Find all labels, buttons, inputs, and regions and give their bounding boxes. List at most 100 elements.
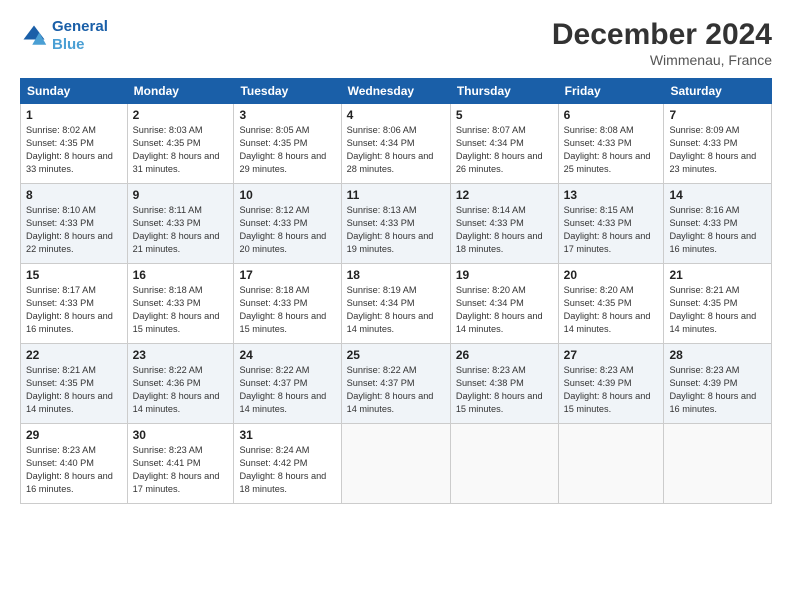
day-info: Sunrise: 8:15 AMSunset: 4:33 PMDaylight:… — [564, 205, 651, 254]
day-number: 30 — [133, 428, 229, 442]
calendar-cell: 7 Sunrise: 8:09 AMSunset: 4:33 PMDayligh… — [664, 104, 772, 184]
day-number: 18 — [347, 268, 445, 282]
col-wednesday: Wednesday — [341, 79, 450, 104]
day-number: 27 — [564, 348, 659, 362]
calendar-cell: 18 Sunrise: 8:19 AMSunset: 4:34 PMDaylig… — [341, 264, 450, 344]
day-number: 19 — [456, 268, 553, 282]
day-number: 24 — [239, 348, 335, 362]
calendar-cell: 2 Sunrise: 8:03 AMSunset: 4:35 PMDayligh… — [127, 104, 234, 184]
day-info: Sunrise: 8:08 AMSunset: 4:33 PMDaylight:… — [564, 125, 651, 174]
day-number: 6 — [564, 108, 659, 122]
calendar-cell: 22 Sunrise: 8:21 AMSunset: 4:35 PMDaylig… — [21, 344, 128, 424]
day-info: Sunrise: 8:06 AMSunset: 4:34 PMDaylight:… — [347, 125, 434, 174]
calendar-table: Sunday Monday Tuesday Wednesday Thursday… — [20, 78, 772, 504]
calendar-cell: 1 Sunrise: 8:02 AMSunset: 4:35 PMDayligh… — [21, 104, 128, 184]
day-info: Sunrise: 8:05 AMSunset: 4:35 PMDaylight:… — [239, 125, 326, 174]
day-info: Sunrise: 8:02 AMSunset: 4:35 PMDaylight:… — [26, 125, 113, 174]
calendar-cell: 14 Sunrise: 8:16 AMSunset: 4:33 PMDaylig… — [664, 184, 772, 264]
day-number: 26 — [456, 348, 553, 362]
location: Wimmenau, France — [552, 52, 772, 68]
day-info: Sunrise: 8:12 AMSunset: 4:33 PMDaylight:… — [239, 205, 326, 254]
day-info: Sunrise: 8:20 AMSunset: 4:34 PMDaylight:… — [456, 285, 543, 334]
calendar-cell: 24 Sunrise: 8:22 AMSunset: 4:37 PMDaylig… — [234, 344, 341, 424]
logo: General Blue — [20, 18, 108, 54]
day-number: 9 — [133, 188, 229, 202]
day-number: 11 — [347, 188, 445, 202]
calendar-cell — [450, 424, 558, 504]
day-number: 7 — [669, 108, 766, 122]
calendar-header-row: Sunday Monday Tuesday Wednesday Thursday… — [21, 79, 772, 104]
day-number: 21 — [669, 268, 766, 282]
day-number: 3 — [239, 108, 335, 122]
calendar-cell: 28 Sunrise: 8:23 AMSunset: 4:39 PMDaylig… — [664, 344, 772, 424]
calendar-cell: 25 Sunrise: 8:22 AMSunset: 4:37 PMDaylig… — [341, 344, 450, 424]
day-number: 16 — [133, 268, 229, 282]
day-info: Sunrise: 8:23 AMSunset: 4:39 PMDaylight:… — [669, 365, 756, 414]
day-info: Sunrise: 8:23 AMSunset: 4:40 PMDaylight:… — [26, 445, 113, 494]
day-info: Sunrise: 8:10 AMSunset: 4:33 PMDaylight:… — [26, 205, 113, 254]
day-info: Sunrise: 8:23 AMSunset: 4:38 PMDaylight:… — [456, 365, 543, 414]
day-number: 31 — [239, 428, 335, 442]
calendar-cell: 10 Sunrise: 8:12 AMSunset: 4:33 PMDaylig… — [234, 184, 341, 264]
day-info: Sunrise: 8:24 AMSunset: 4:42 PMDaylight:… — [239, 445, 326, 494]
col-saturday: Saturday — [664, 79, 772, 104]
logo-icon — [20, 22, 48, 50]
month-title: December 2024 — [552, 18, 772, 52]
page-header: General Blue December 2024 Wimmenau, Fra… — [20, 18, 772, 68]
calendar-cell: 15 Sunrise: 8:17 AMSunset: 4:33 PMDaylig… — [21, 264, 128, 344]
day-number: 15 — [26, 268, 122, 282]
day-number: 5 — [456, 108, 553, 122]
day-info: Sunrise: 8:18 AMSunset: 4:33 PMDaylight:… — [239, 285, 326, 334]
day-number: 29 — [26, 428, 122, 442]
day-number: 28 — [669, 348, 766, 362]
calendar-cell: 4 Sunrise: 8:06 AMSunset: 4:34 PMDayligh… — [341, 104, 450, 184]
col-thursday: Thursday — [450, 79, 558, 104]
day-info: Sunrise: 8:17 AMSunset: 4:33 PMDaylight:… — [26, 285, 113, 334]
day-number: 1 — [26, 108, 122, 122]
calendar-cell: 16 Sunrise: 8:18 AMSunset: 4:33 PMDaylig… — [127, 264, 234, 344]
day-info: Sunrise: 8:22 AMSunset: 4:37 PMDaylight:… — [347, 365, 434, 414]
day-number: 20 — [564, 268, 659, 282]
title-block: December 2024 Wimmenau, France — [552, 18, 772, 68]
calendar-cell: 13 Sunrise: 8:15 AMSunset: 4:33 PMDaylig… — [558, 184, 664, 264]
logo-text: General Blue — [52, 18, 108, 54]
calendar-week-row: 8 Sunrise: 8:10 AMSunset: 4:33 PMDayligh… — [21, 184, 772, 264]
calendar-cell — [558, 424, 664, 504]
calendar-cell: 8 Sunrise: 8:10 AMSunset: 4:33 PMDayligh… — [21, 184, 128, 264]
calendar-cell: 5 Sunrise: 8:07 AMSunset: 4:34 PMDayligh… — [450, 104, 558, 184]
day-info: Sunrise: 8:23 AMSunset: 4:41 PMDaylight:… — [133, 445, 220, 494]
calendar-week-row: 15 Sunrise: 8:17 AMSunset: 4:33 PMDaylig… — [21, 264, 772, 344]
day-info: Sunrise: 8:20 AMSunset: 4:35 PMDaylight:… — [564, 285, 651, 334]
calendar-week-row: 29 Sunrise: 8:23 AMSunset: 4:40 PMDaylig… — [21, 424, 772, 504]
col-tuesday: Tuesday — [234, 79, 341, 104]
day-info: Sunrise: 8:21 AMSunset: 4:35 PMDaylight:… — [26, 365, 113, 414]
day-info: Sunrise: 8:09 AMSunset: 4:33 PMDaylight:… — [669, 125, 756, 174]
day-info: Sunrise: 8:13 AMSunset: 4:33 PMDaylight:… — [347, 205, 434, 254]
calendar-cell: 29 Sunrise: 8:23 AMSunset: 4:40 PMDaylig… — [21, 424, 128, 504]
day-info: Sunrise: 8:22 AMSunset: 4:36 PMDaylight:… — [133, 365, 220, 414]
day-number: 25 — [347, 348, 445, 362]
calendar-cell: 26 Sunrise: 8:23 AMSunset: 4:38 PMDaylig… — [450, 344, 558, 424]
calendar-cell: 9 Sunrise: 8:11 AMSunset: 4:33 PMDayligh… — [127, 184, 234, 264]
day-info: Sunrise: 8:07 AMSunset: 4:34 PMDaylight:… — [456, 125, 543, 174]
calendar-cell: 11 Sunrise: 8:13 AMSunset: 4:33 PMDaylig… — [341, 184, 450, 264]
day-number: 8 — [26, 188, 122, 202]
calendar-week-row: 1 Sunrise: 8:02 AMSunset: 4:35 PMDayligh… — [21, 104, 772, 184]
day-number: 23 — [133, 348, 229, 362]
calendar-cell: 20 Sunrise: 8:20 AMSunset: 4:35 PMDaylig… — [558, 264, 664, 344]
day-info: Sunrise: 8:23 AMSunset: 4:39 PMDaylight:… — [564, 365, 651, 414]
day-number: 22 — [26, 348, 122, 362]
day-info: Sunrise: 8:03 AMSunset: 4:35 PMDaylight:… — [133, 125, 220, 174]
calendar-cell — [664, 424, 772, 504]
calendar-cell: 3 Sunrise: 8:05 AMSunset: 4:35 PMDayligh… — [234, 104, 341, 184]
calendar-week-row: 22 Sunrise: 8:21 AMSunset: 4:35 PMDaylig… — [21, 344, 772, 424]
calendar-cell: 23 Sunrise: 8:22 AMSunset: 4:36 PMDaylig… — [127, 344, 234, 424]
calendar-cell: 6 Sunrise: 8:08 AMSunset: 4:33 PMDayligh… — [558, 104, 664, 184]
day-info: Sunrise: 8:22 AMSunset: 4:37 PMDaylight:… — [239, 365, 326, 414]
day-number: 12 — [456, 188, 553, 202]
day-info: Sunrise: 8:11 AMSunset: 4:33 PMDaylight:… — [133, 205, 220, 254]
col-monday: Monday — [127, 79, 234, 104]
calendar-cell: 17 Sunrise: 8:18 AMSunset: 4:33 PMDaylig… — [234, 264, 341, 344]
calendar-cell — [341, 424, 450, 504]
day-info: Sunrise: 8:18 AMSunset: 4:33 PMDaylight:… — [133, 285, 220, 334]
